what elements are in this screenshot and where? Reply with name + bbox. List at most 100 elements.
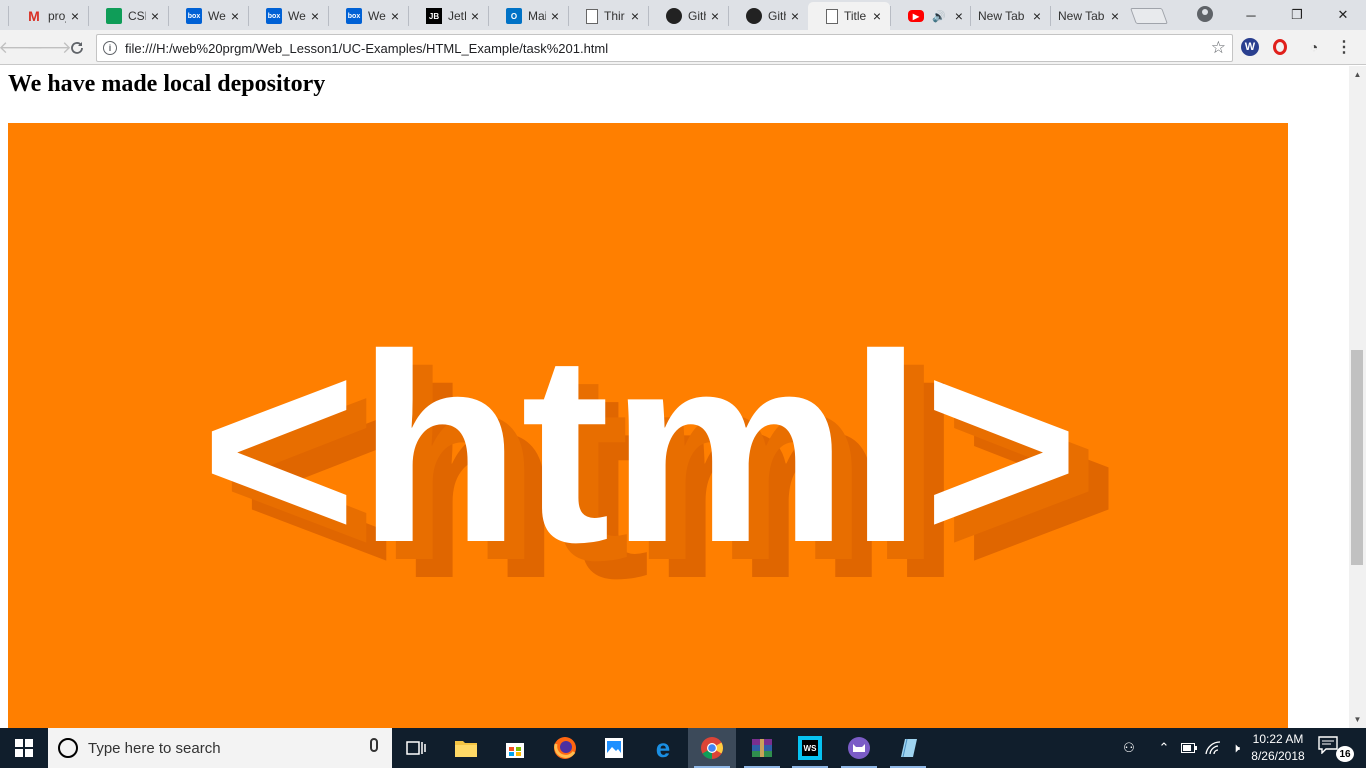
- windows-taskbar: Type here to search e WS ⚇ ⌃ 🕨 10:22 AM …: [0, 728, 1366, 768]
- tab-gmail[interactable]: M proj ×: [8, 2, 88, 30]
- reload-icon: [71, 42, 83, 54]
- html-logo-image: <html> <html> <html>: [8, 123, 1288, 728]
- webstorm-label: WS: [804, 744, 818, 753]
- chrome-icon[interactable]: [688, 728, 736, 768]
- file-explorer-icon[interactable]: [442, 728, 490, 768]
- tab-active-title[interactable]: Title ×: [808, 2, 890, 30]
- edge-icon[interactable]: e: [639, 728, 687, 768]
- tab-doc[interactable]: Thir ×: [568, 2, 648, 30]
- close-icon[interactable]: ×: [1108, 8, 1122, 24]
- tab-title: Gith: [688, 9, 706, 23]
- tab-box-1[interactable]: box Wel ×: [168, 2, 248, 30]
- people-icon[interactable]: ⚇: [1116, 728, 1142, 768]
- restore-button[interactable]: ❐: [1274, 0, 1320, 30]
- tab-github-2[interactable]: Gith ×: [728, 2, 808, 30]
- close-icon[interactable]: ×: [148, 8, 162, 24]
- winrar-icon[interactable]: [738, 728, 786, 768]
- microphone-icon[interactable]: [370, 738, 378, 752]
- close-icon[interactable]: ×: [870, 8, 884, 24]
- tab-title: CSE: [128, 9, 146, 23]
- address-bar[interactable]: i file:///H:/web%20prgm/Web_Lesson1/UC-E…: [96, 34, 1233, 62]
- tab-title: Title: [844, 9, 867, 23]
- page-heading: We have made local depository: [8, 71, 326, 97]
- scroll-down-icon[interactable]: ▼: [1349, 711, 1366, 728]
- tab-box-2[interactable]: box Wel ×: [248, 2, 328, 30]
- close-icon[interactable]: ×: [388, 8, 402, 24]
- notification-count-badge: 16: [1336, 746, 1354, 762]
- github-icon: [746, 8, 762, 24]
- tab-sheets[interactable]: CSE ×: [88, 2, 168, 30]
- start-button[interactable]: [0, 728, 48, 768]
- close-icon[interactable]: ×: [1030, 8, 1044, 24]
- close-icon[interactable]: ×: [468, 8, 482, 24]
- clock-date: 8/26/2018: [1251, 749, 1305, 763]
- profile-icon[interactable]: [1197, 6, 1213, 22]
- scroll-up-icon[interactable]: ▲: [1349, 66, 1366, 83]
- cortana-icon: [58, 738, 78, 758]
- tab-jetbrains[interactable]: JB JetB ×: [408, 2, 488, 30]
- tab-title: Mai: [528, 9, 546, 23]
- tab-title: New Tab: [1058, 9, 1105, 23]
- wordpress-extension-icon[interactable]: W: [1241, 38, 1259, 56]
- close-icon[interactable]: ×: [228, 8, 242, 24]
- tab-title: Wel: [208, 9, 226, 23]
- close-icon[interactable]: ×: [628, 8, 642, 24]
- notepad-icon[interactable]: [884, 728, 932, 768]
- firefox-icon[interactable]: [541, 728, 589, 768]
- close-icon[interactable]: ×: [308, 8, 322, 24]
- tab-new-1[interactable]: New Tab ×: [970, 2, 1050, 30]
- webstorm-icon[interactable]: WS: [786, 728, 834, 768]
- close-icon[interactable]: ×: [68, 8, 82, 24]
- search-placeholder[interactable]: Type here to search: [88, 740, 221, 757]
- windows-logo-icon: [15, 739, 33, 757]
- notification-icon: [1318, 736, 1338, 755]
- url-text[interactable]: file:///H:/web%20prgm/Web_Lesson1/UC-Exa…: [125, 41, 608, 56]
- close-icon[interactable]: ×: [708, 8, 722, 24]
- github-icon: [666, 8, 682, 24]
- scroll-thumb[interactable]: [1351, 350, 1363, 565]
- battery-icon[interactable]: [1178, 728, 1200, 768]
- svg-text:e: e: [656, 736, 670, 760]
- youtube-icon: ▶: [908, 10, 924, 22]
- forward-button[interactable]: 🡒: [26, 36, 72, 60]
- opera-extension-icon[interactable]: [1273, 39, 1287, 55]
- box-icon: box: [346, 8, 362, 24]
- task-view-icon[interactable]: [392, 728, 440, 768]
- close-icon[interactable]: ×: [954, 8, 964, 24]
- logo-text: <html>: [201, 298, 1080, 598]
- volume-muted-icon[interactable]: 🕨: [1226, 728, 1246, 768]
- tab-box-3[interactable]: box Wel ×: [328, 2, 408, 30]
- gmail-icon: M: [28, 8, 40, 24]
- store-icon[interactable]: [491, 728, 539, 768]
- wifi-icon[interactable]: [1202, 728, 1224, 768]
- cat-app-icon[interactable]: [835, 728, 883, 768]
- new-tab-button[interactable]: [1130, 8, 1168, 24]
- tab-youtube[interactable]: ▶ ( 🔊 ×: [890, 2, 970, 30]
- html-logo-graphic: <html> <html> <html>: [201, 298, 1120, 634]
- action-center-button[interactable]: 16: [1318, 736, 1358, 762]
- tab-title: Gith: [768, 9, 786, 23]
- close-icon[interactable]: ×: [548, 8, 562, 24]
- close-window-button[interactable]: ✕: [1320, 0, 1366, 30]
- taskbar-search[interactable]: Type here to search: [48, 728, 392, 768]
- photos-icon[interactable]: [590, 728, 638, 768]
- system-clock[interactable]: 10:22 AM 8/26/2018: [1245, 731, 1311, 765]
- page-scrollbar[interactable]: ▲ ▼: [1349, 66, 1366, 728]
- tab-title: New Tab: [978, 9, 1025, 23]
- bookmark-star-icon[interactable]: ☆: [1211, 38, 1226, 58]
- close-icon[interactable]: ×: [788, 8, 802, 24]
- tab-new-2[interactable]: New Tab ×: [1050, 2, 1128, 30]
- minimize-button[interactable]: ─: [1228, 0, 1274, 30]
- show-hidden-icons-icon[interactable]: ⌃: [1154, 728, 1174, 768]
- document-icon: [826, 8, 838, 24]
- tab-title: Wel: [288, 9, 306, 23]
- tab-strip: M proj × CSE × box Wel × box Wel × box W…: [0, 0, 1366, 30]
- tab-github-1[interactable]: Gith ×: [648, 2, 728, 30]
- menu-kebab-icon[interactable]: ⋮: [1335, 38, 1353, 56]
- box-icon: box: [266, 8, 282, 24]
- reload-button[interactable]: [65, 36, 89, 60]
- gauge-extension-icon[interactable]: ◔: [1305, 38, 1323, 56]
- info-icon[interactable]: i: [103, 41, 117, 55]
- speaker-icon[interactable]: 🔊: [932, 9, 946, 23]
- tab-outlook[interactable]: O Mai ×: [488, 2, 568, 30]
